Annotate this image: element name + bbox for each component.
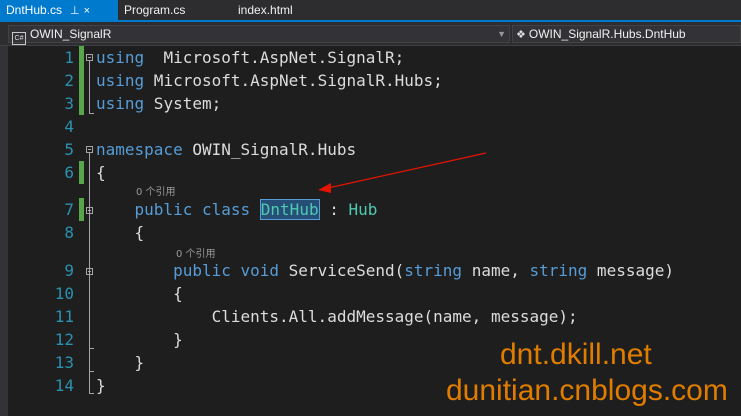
tab-label: index.html: [238, 3, 293, 17]
tab-label: DntHub.cs: [6, 3, 63, 17]
watermark-domain: dnt.dkill.net: [500, 338, 652, 371]
tab-index-html[interactable]: index.html: [232, 0, 299, 20]
chevron-down-icon: ▼: [497, 29, 506, 39]
document-tab-bar: DntHub.cs ⊥ × Program.cs index.html: [0, 0, 741, 22]
type-name: OWIN_SignalR.Hubs.DntHub: [528, 27, 686, 41]
code-editor[interactable]: 0 个引用 0 个引用 1 using Microsoft.AspNet.Sign…: [0, 46, 741, 416]
type-dropdown[interactable]: ❖ OWIN_SignalR.Hubs.DntHub: [512, 25, 741, 43]
tab-label: Program.cs: [124, 3, 186, 17]
class-icon: ❖: [516, 29, 526, 41]
navigation-bar: C# OWIN_SignalR ▼ ❖ OWIN_SignalR.Hubs.DntH…: [0, 22, 741, 46]
pin-icon[interactable]: ⊥: [70, 5, 80, 17]
project-dropdown[interactable]: C# OWIN_SignalR ▼: [8, 25, 510, 45]
tab-program-cs[interactable]: Program.cs: [118, 0, 191, 20]
watermark-blog: dunitian.cnblogs.com: [446, 374, 728, 407]
tab-dnthub-cs[interactable]: DntHub.cs ⊥ ×: [0, 0, 118, 20]
close-icon[interactable]: ×: [84, 5, 90, 17]
project-name: OWIN_SignalR: [30, 27, 112, 41]
csharp-project-icon: C#: [12, 32, 26, 45]
